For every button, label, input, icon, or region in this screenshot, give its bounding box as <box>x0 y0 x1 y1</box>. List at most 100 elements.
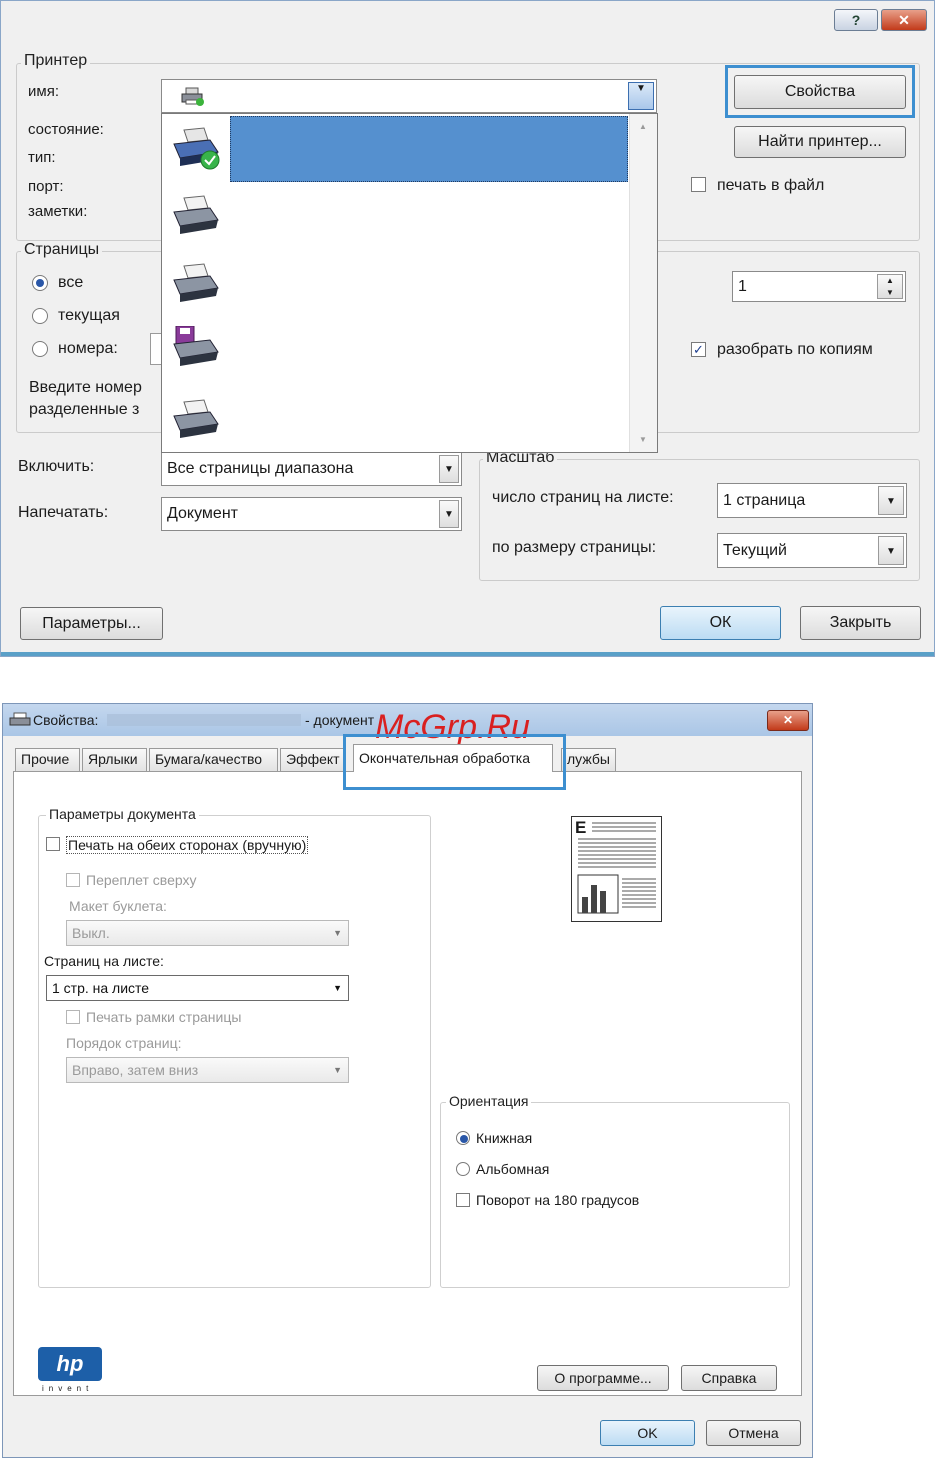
chevron-down-icon[interactable]: ▼ <box>439 455 459 483</box>
pages-per-sheet-select[interactable]: 1 стр. на листе ▼ <box>46 975 349 1001</box>
print-to-file-checkbox[interactable] <box>691 177 706 192</box>
hp-logo-sub: invent <box>42 1384 94 1393</box>
borders-checkbox[interactable] <box>66 1010 80 1024</box>
pages-per-sheet-value: 1 стр. на листе <box>52 980 150 996</box>
name-label: имя: <box>28 83 59 100</box>
radio-current[interactable] <box>32 308 48 324</box>
ok-button[interactable]: ОК <box>660 606 781 640</box>
landscape-label: Альбомная <box>476 1161 550 1177</box>
print-what-value: Документ <box>167 505 238 522</box>
print-what-combo[interactable]: Документ ▼ <box>161 497 462 531</box>
help-button[interactable]: Справка <box>681 1365 777 1391</box>
rotate-label: Поворот на 180 градусов <box>476 1192 640 1208</box>
printer-icon <box>173 399 219 438</box>
find-printer-button[interactable]: Найти принтер... <box>734 126 906 158</box>
spinner-arrows-icon[interactable]: ▲ ▼ <box>877 274 903 299</box>
tab-other[interactable]: Прочие <box>15 748 80 771</box>
copies-value: 1 <box>738 278 747 295</box>
properties-title: Свойства: <box>33 712 99 728</box>
fit-value: Текущий <box>723 542 787 559</box>
tab-effects[interactable]: Эффект <box>280 748 344 771</box>
fit-combo[interactable]: Текущий ▼ <box>717 533 907 568</box>
rotate-checkbox[interactable] <box>456 1193 470 1207</box>
hp-logo: hp <box>38 1347 102 1381</box>
scroll-down-icon[interactable]: ▼ <box>639 435 647 444</box>
window-bottom-border <box>1 652 934 656</box>
properties-dialog: Свойства: - документ ✕ McGrp.Ru Прочие Я… <box>2 703 813 1458</box>
tab-page-finishing: Параметры документа Печать на обеих стор… <box>13 771 802 1396</box>
tab-paper-quality[interactable]: Бумага/качество <box>149 748 278 771</box>
radio-current-label: текущая <box>58 307 120 324</box>
fax-printer-icon <box>173 326 219 366</box>
dropdown-scrollbar[interactable]: ▲ ▼ <box>629 114 657 452</box>
binding-checkbox[interactable] <box>66 873 80 887</box>
chevron-down-icon[interactable]: ▼ <box>439 500 459 528</box>
close-window-button[interactable]: ✕ <box>881 9 927 31</box>
orientation-group-label: Ориентация <box>446 1093 532 1109</box>
cancel-button[interactable]: Отмена <box>706 1420 801 1446</box>
blurred-printer-name <box>107 714 301 726</box>
chevron-down-icon[interactable]: ▼ <box>878 536 904 565</box>
properties-title-suffix: - документ <box>305 712 375 728</box>
close-button[interactable]: Закрыть <box>800 606 921 640</box>
doc-params-group-label: Параметры документа <box>46 806 199 822</box>
pages-group-label: Страницы <box>21 241 103 259</box>
borders-label: Печать рамки страницы <box>86 1009 242 1025</box>
printer-icon <box>173 127 220 170</box>
collate-label: разобрать по копиям <box>717 341 873 358</box>
hp-logo-text: hp <box>56 1351 84 1376</box>
about-button[interactable]: О программе... <box>537 1365 669 1391</box>
fit-label: по размеру страницы: <box>492 539 657 556</box>
order-select[interactable]: Вправо, затем вниз ▼ <box>66 1057 349 1083</box>
selected-printer-item[interactable] <box>230 116 628 182</box>
printer-icon <box>9 712 31 726</box>
radio-all-label: все <box>58 274 84 291</box>
chevron-down-icon[interactable]: ▼ <box>878 486 904 515</box>
include-value: Все страницы диапазона <box>167 460 354 477</box>
booklet-select[interactable]: Выкл. ▼ <box>66 920 349 946</box>
print-dialog: ? ✕ Принтер имя: состояние: тип: порт: з… <box>0 0 935 657</box>
print-what-label: Напечатать: <box>18 504 109 521</box>
page-preview: E <box>571 816 662 922</box>
printer-name-combo[interactable]: ▼ <box>161 79 657 113</box>
chevron-down-icon: ▼ <box>333 928 342 938</box>
radio-landscape[interactable] <box>456 1162 470 1176</box>
print-to-file-label: печать в файл <box>717 177 825 194</box>
order-value: Вправо, затем вниз <box>72 1062 199 1078</box>
radio-all[interactable] <box>32 275 48 291</box>
printer-dropdown-list[interactable]: ▲ ▼ <box>161 113 658 453</box>
status-label: состояние: <box>28 121 104 138</box>
duplex-checkbox[interactable] <box>46 837 60 851</box>
type-label: тип: <box>28 149 56 166</box>
copies-spinner[interactable]: 1 ▲ ▼ <box>732 271 906 302</box>
port-label: порт: <box>28 178 64 195</box>
include-label: Включить: <box>18 458 95 475</box>
chevron-down-icon[interactable]: ▼ <box>628 82 654 110</box>
pages-per-sheet-value: 1 страница <box>723 492 806 509</box>
tab-services[interactable]: лужбы <box>561 748 616 771</box>
params-button[interactable]: Параметры... <box>20 607 163 640</box>
close-icon[interactable]: ✕ <box>767 710 809 731</box>
ok-button[interactable]: OK <box>600 1420 695 1446</box>
include-combo[interactable]: Все страницы диапазона ▼ <box>161 452 462 486</box>
chevron-down-icon: ▼ <box>333 1065 342 1075</box>
help-button[interactable]: ? <box>834 9 878 31</box>
chevron-down-icon: ▼ <box>333 983 342 993</box>
tab-shortcuts[interactable]: Ярлыки <box>82 748 147 771</box>
printer-icon <box>181 87 204 106</box>
hint-text-line2: разделенные з <box>29 401 140 418</box>
properties-button[interactable]: Свойства <box>734 75 906 109</box>
radio-numbers[interactable] <box>32 341 48 357</box>
printer-icon <box>173 195 219 234</box>
printer-group-label: Принтер <box>21 52 91 70</box>
radio-portrait[interactable] <box>456 1131 470 1145</box>
scroll-up-icon[interactable]: ▲ <box>639 122 647 131</box>
preview-lines <box>577 822 656 914</box>
pages-per-sheet-label: Страниц на листе: <box>44 953 164 969</box>
printer-icon <box>173 263 219 302</box>
booklet-label: Макет буклета: <box>69 898 167 914</box>
order-label: Порядок страниц: <box>66 1035 182 1051</box>
collate-checkbox[interactable]: ✓ <box>691 342 706 357</box>
pages-per-sheet-combo[interactable]: 1 страница ▼ <box>717 483 907 518</box>
pages-per-sheet-label: число страниц на листе: <box>492 489 674 506</box>
